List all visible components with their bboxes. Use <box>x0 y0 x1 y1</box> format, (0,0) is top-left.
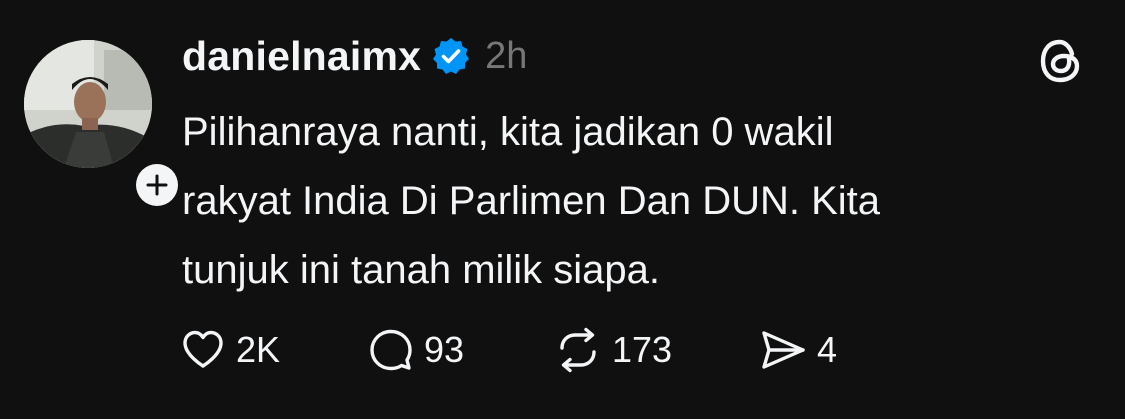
action-bar: 2K 93 173 4 <box>180 322 879 378</box>
post-text-line: tunjuk ini tanah milik siapa. <box>182 248 661 292</box>
heart-icon <box>183 330 223 368</box>
post-body: Pilihanraya nanti, kita jadikan 0 wakil … <box>182 98 1042 305</box>
repost-button[interactable]: 173 <box>554 322 759 378</box>
threads-logo-icon[interactable] <box>1036 36 1086 86</box>
share-button[interactable]: 4 <box>759 322 879 378</box>
plus-icon <box>146 174 168 196</box>
verified-badge-icon <box>433 38 470 74</box>
post-text-line: rakyat India Di Parlimen Dan DUN. Kita <box>182 179 881 223</box>
avatar-container <box>24 40 182 210</box>
username-link[interactable]: danielnaimx <box>182 33 421 80</box>
avatar[interactable] <box>24 40 152 168</box>
post-header: danielnaimx 2h <box>182 30 527 82</box>
post-text-line: Pilihanraya nanti, kita jadikan 0 wakil <box>182 110 834 154</box>
like-count: 2K <box>236 329 281 370</box>
follow-button[interactable] <box>132 160 182 210</box>
repost-icon <box>560 327 596 373</box>
avatar-image <box>24 40 152 168</box>
share-count: 4 <box>817 329 838 370</box>
comment-icon <box>370 329 412 371</box>
repost-count: 173 <box>612 329 673 370</box>
reply-button[interactable]: 93 <box>368 322 554 378</box>
reply-count: 93 <box>424 329 465 370</box>
send-icon <box>762 331 805 369</box>
like-button[interactable]: 2K <box>180 322 368 378</box>
follow-button-inner <box>136 164 178 206</box>
timestamp: 2h <box>485 34 528 77</box>
